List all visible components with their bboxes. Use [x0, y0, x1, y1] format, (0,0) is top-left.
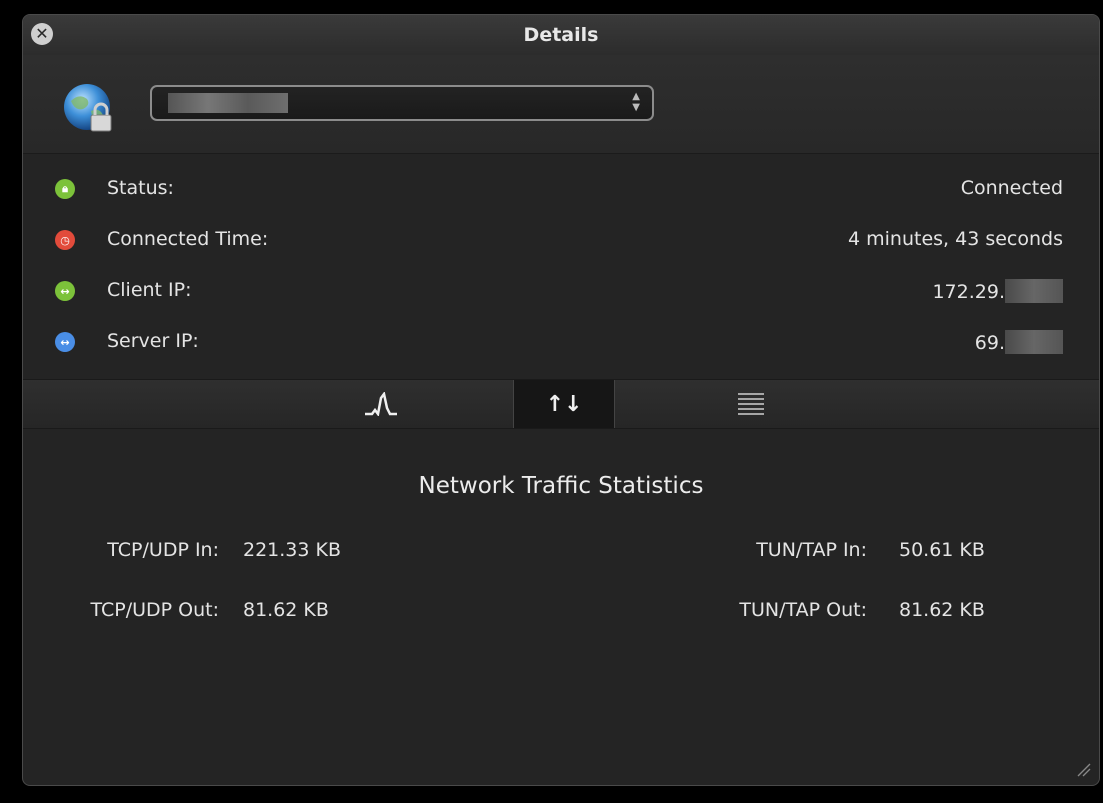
connected-time-row: ◷ Connected Time: 4 minutes, 43 seconds	[23, 226, 1099, 256]
stats-title: Network Traffic Statistics	[418, 473, 704, 499]
client-ip-row: ↔ Client IP: 172.29.	[23, 277, 1099, 307]
details-window: ✕ Details ██████████ ▲▼ 🔒︎ Statu	[22, 14, 1100, 786]
client-ip-text: 172.29.	[932, 281, 1005, 303]
updown-arrows-icon: ↑↓	[545, 391, 583, 417]
server-ip-label: Server IP:	[107, 330, 199, 352]
connected-time-label: Connected Time:	[107, 228, 269, 250]
graph-peak-icon	[365, 392, 397, 416]
tab-graph[interactable]	[330, 380, 432, 428]
resize-grip-icon[interactable]	[1075, 761, 1091, 777]
arrows-horizontal-icon: ↔	[55, 281, 75, 301]
server-ip-text: 69.	[974, 332, 1005, 354]
server-ip-row: ↔ Server IP: 69.	[23, 328, 1099, 358]
client-ip-label: Client IP:	[107, 279, 192, 301]
status-label: Status:	[107, 177, 174, 199]
server-ip-value: 69.	[975, 330, 1063, 354]
connected-time-value: 4 minutes, 43 seconds	[848, 228, 1063, 250]
status-row: 🔒︎ Status: Connected	[23, 175, 1099, 205]
tun-tap-out-label: TUN/TAP Out:	[739, 599, 867, 621]
clock-icon: ◷	[55, 230, 75, 250]
window-title: Details	[523, 24, 599, 46]
profile-select-value: ██████████	[168, 93, 288, 113]
globe-lock-icon	[64, 84, 112, 132]
tab-bar: ↑↓	[23, 379, 1099, 429]
tcp-udp-in-label: TCP/UDP In:	[107, 539, 219, 561]
profile-header: ██████████ ▲▼	[23, 55, 1099, 154]
profile-select[interactable]: ██████████ ▲▼	[150, 85, 654, 121]
tcp-udp-out-value: 81.62 KB	[243, 599, 329, 621]
title-bar[interactable]: ✕ Details	[23, 15, 1099, 56]
tcp-udp-out-label: TCP/UDP Out:	[90, 599, 219, 621]
tun-tap-in-label: TUN/TAP In:	[756, 539, 867, 561]
tab-log[interactable]	[700, 380, 802, 428]
status-value: Connected	[960, 177, 1063, 199]
log-lines-icon	[738, 393, 764, 415]
tcp-udp-in-value: 221.33 KB	[243, 539, 342, 561]
tab-traffic[interactable]: ↑↓	[513, 380, 615, 428]
tun-tap-in-value: 50.61 KB	[899, 539, 985, 561]
updown-chevron-icon: ▲ ▼	[632, 91, 640, 113]
tun-tap-out-value: 81.62 KB	[899, 599, 985, 621]
lock-icon: 🔒︎	[55, 179, 75, 199]
redaction-block	[1005, 279, 1063, 303]
client-ip-value: 172.29.	[932, 279, 1063, 303]
redaction-block	[1005, 330, 1063, 354]
arrows-horizontal-icon: ↔	[55, 332, 75, 352]
